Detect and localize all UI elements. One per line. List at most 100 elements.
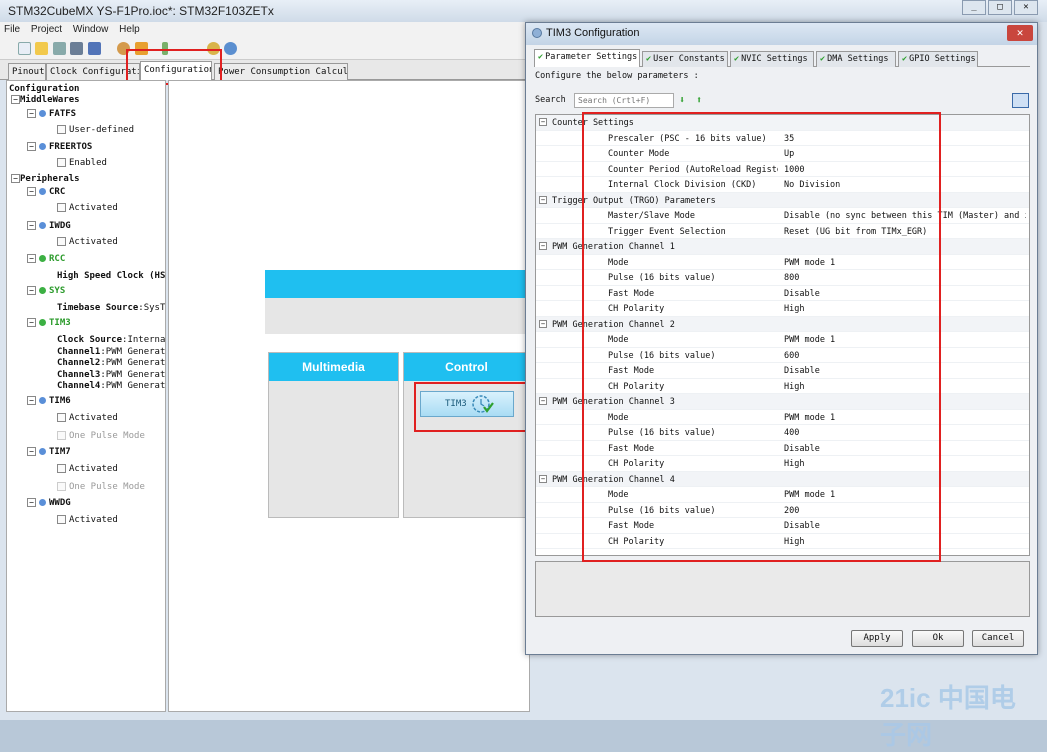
tree-node-iwdg[interactable]: − IWDG [27, 221, 71, 231]
tab-power-consumption[interactable]: Power Consumption Calculator [214, 63, 348, 80]
search-input[interactable] [574, 93, 674, 108]
configuration-tree: Configuration − MiddleWares − FATFS User-d… [6, 80, 166, 712]
collapse-icon[interactable]: − [539, 195, 547, 204]
collapse-icon[interactable]: − [539, 397, 547, 405]
tree-option-tim7-activated[interactable]: Activated [57, 464, 118, 474]
menu-project[interactable]: Project [27, 22, 66, 37]
maximize-icon[interactable]: □ [988, 0, 1012, 15]
save-icon[interactable] [53, 42, 66, 55]
save-all-icon[interactable] [88, 42, 101, 55]
option-label: Activated [69, 237, 118, 247]
option-label: One Pulse Mode [69, 482, 145, 492]
collapse-icon[interactable]: − [539, 474, 547, 483]
check-icon: ✔ [538, 52, 544, 62]
tab-label: Parameter Settings [545, 52, 638, 62]
tab-dma-settings[interactable]: ✔ DMA Settings [816, 51, 896, 67]
check-icon: ✔ [734, 54, 740, 64]
new-project-icon[interactable] [18, 42, 31, 55]
tree-option-channel2: Channel2:PWM Generati [57, 358, 165, 368]
tree-option-tim6-one-pulse[interactable]: One Pulse Mode [57, 431, 145, 441]
option-value: :PWM Generati [100, 370, 166, 380]
option-label: Activated [69, 515, 118, 525]
tree-option-user-defined[interactable]: User-defined [57, 125, 134, 135]
tree-option-tim7-one-pulse[interactable]: One Pulse Mode [57, 482, 145, 492]
app-icon [532, 28, 542, 38]
list-view-icon[interactable] [1012, 93, 1029, 108]
tab-parameter-settings[interactable]: ✔ Parameter Settings [534, 49, 640, 67]
option-label: Activated [69, 203, 118, 213]
highlight-tim3-button [414, 382, 529, 432]
cancel-button[interactable]: Cancel [972, 630, 1024, 647]
dialog-close-icon[interactable]: ✕ [1007, 25, 1033, 41]
save-as-icon[interactable] [70, 42, 83, 55]
tree-node-wwdg[interactable]: − WWDG [27, 498, 71, 508]
menu-help[interactable]: Help [115, 22, 144, 37]
option-key: Clock Source [57, 335, 123, 345]
check-icon: ✔ [820, 54, 826, 64]
option-value: :Interna [122, 335, 166, 345]
tree-node-fatfs[interactable]: − FATFS [27, 109, 76, 119]
tree-label: Peripherals [20, 174, 80, 184]
ok-button[interactable]: Ok [912, 630, 964, 647]
tree-option-hsc: High Speed Clock (HS [57, 271, 165, 281]
option-label: Enabled [69, 158, 107, 168]
option-key: Channel1 [57, 347, 101, 357]
option-value: :PWM Generati [100, 381, 166, 391]
tree-option-channel4: Channel4:PWM Generati [57, 381, 166, 391]
option-label: High Speed Clock (HS [57, 271, 166, 281]
toolbar [0, 38, 530, 60]
menu-bar: File Project Window Help [0, 22, 530, 38]
tree-node-peripherals[interactable]: − Peripherals [11, 174, 80, 184]
search-label: Search [535, 95, 566, 105]
option-key: Channel4 [57, 381, 101, 391]
tab-nvic-settings[interactable]: ✔ NVIC Settings [730, 51, 814, 67]
tree-node-tim7[interactable]: − TIM7 [27, 447, 71, 457]
tab-label: User Constants [653, 54, 725, 64]
menu-window[interactable]: Window [69, 22, 113, 37]
tree-label: TIM7 [49, 447, 71, 457]
tree-node-freertos[interactable]: − FREERTOS [27, 142, 92, 152]
category-banner [265, 270, 530, 298]
tree-label: WWDG [49, 498, 71, 508]
window-controls: _ □ ✕ [962, 0, 1042, 16]
option-value: :SysTi [138, 303, 166, 313]
tree-option-iwdg-activated[interactable]: Activated [57, 237, 118, 247]
apply-button[interactable]: Apply [851, 630, 903, 647]
collapse-icon[interactable]: − [539, 242, 547, 250]
tree-node-middlewares[interactable]: − MiddleWares [11, 95, 80, 105]
tree-option-wwdg-activated[interactable]: Activated [57, 515, 118, 525]
option-label: Activated [69, 464, 118, 474]
minimize-icon[interactable]: _ [962, 0, 986, 15]
dialog-instruction: Configure the below parameters : [535, 71, 699, 81]
tree-node-tim3[interactable]: − TIM3 [27, 318, 71, 328]
tree-label: RCC [49, 254, 66, 264]
tree-option-tim6-activated[interactable]: Activated [57, 413, 118, 423]
tree-node-tim6[interactable]: − TIM6 [27, 396, 71, 406]
menu-file[interactable]: File [0, 22, 24, 37]
tree-node-crc[interactable]: − CRC [27, 187, 65, 197]
open-folder-icon[interactable] [35, 42, 48, 55]
tree-option-channel3: Channel3:PWM Generati [57, 370, 166, 380]
tree-option-channel1: Channel1:PWM Generati [57, 347, 165, 357]
option-label: One Pulse Mode [69, 431, 145, 441]
tree-option-enabled[interactable]: Enabled [57, 158, 107, 168]
check-icon: ✔ [902, 54, 908, 64]
search-icon[interactable] [224, 42, 237, 55]
tab-user-constants[interactable]: ✔ User Constants [642, 51, 728, 67]
search-down-icon[interactable]: ⬇ [679, 95, 685, 106]
tab-gpio-settings[interactable]: ✔ GPIO Settings [898, 51, 978, 67]
tree-option-crc-activated[interactable]: Activated [57, 203, 118, 213]
tab-label: GPIO Settings [909, 54, 976, 64]
option-key: Channel2 [57, 358, 101, 368]
collapse-icon[interactable]: − [539, 319, 547, 328]
tree-node-sys[interactable]: − SYS [27, 286, 65, 296]
tab-pinout[interactable]: Pinout [8, 63, 46, 80]
tree-label: IWDG [49, 221, 71, 231]
search-up-icon[interactable]: ⬆ [696, 95, 702, 106]
option-key: Timebase Source [57, 303, 139, 313]
close-icon[interactable]: ✕ [1014, 0, 1038, 15]
tree-node-rcc[interactable]: − RCC [27, 254, 65, 264]
parameter-description-box [535, 561, 1030, 617]
collapse-icon[interactable]: − [539, 118, 547, 126]
check-icon: ✔ [646, 54, 652, 64]
